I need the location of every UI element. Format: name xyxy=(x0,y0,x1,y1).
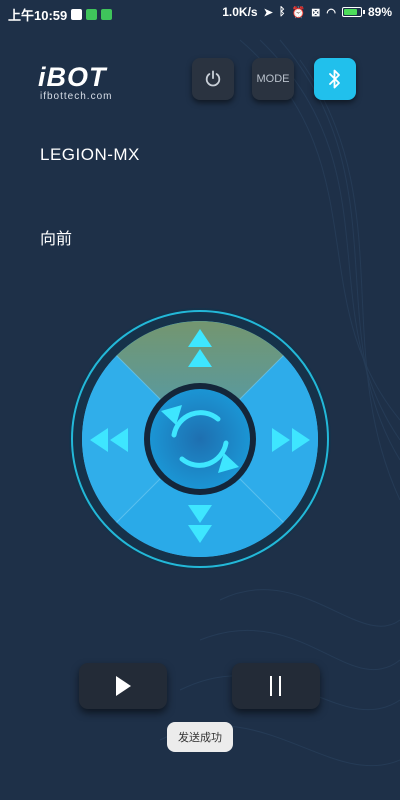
bluetooth-status-icon: ᛒ xyxy=(278,6,286,18)
location-icon: ➤ xyxy=(263,6,273,19)
play-icon xyxy=(116,676,131,696)
battery-icon xyxy=(341,7,365,17)
direction-pad xyxy=(69,308,331,570)
status-bar-right: 1.0K/s ➤ ᛒ ⏰ ⊠ ◠ 89% xyxy=(222,5,392,19)
wifi-icon: ◠ xyxy=(326,6,336,19)
wechat-notification-icon xyxy=(101,9,113,20)
mode-button-label: MODE xyxy=(256,73,290,85)
brand-logo: iBOT ifbottech.com xyxy=(38,63,112,102)
no-sim-icon: ⊠ xyxy=(311,6,321,19)
battery-level xyxy=(343,9,358,15)
pause-icon xyxy=(270,676,281,696)
battery-cap xyxy=(362,10,365,14)
logo-subtitle: ifbottech.com xyxy=(40,91,113,102)
bluetooth-icon xyxy=(329,69,340,89)
center-rotate-button[interactable] xyxy=(150,389,250,489)
bluetooth-button[interactable] xyxy=(314,58,356,100)
pause-button[interactable] xyxy=(232,663,320,709)
toast-message: 发送成功 xyxy=(167,722,233,752)
logo-mark: iBOT xyxy=(38,62,107,92)
play-button[interactable] xyxy=(79,663,167,709)
power-button[interactable] xyxy=(192,58,234,100)
direction-label: 向前 xyxy=(40,229,73,248)
mode-button[interactable]: MODE xyxy=(252,58,294,100)
wechat-notification-icon xyxy=(86,9,98,20)
status-bar-left: 上午10:59 xyxy=(8,5,113,24)
device-name: LEGION-MX xyxy=(40,145,140,164)
notification-app-icon xyxy=(71,9,83,20)
status-bar: 上午10:59 1.0K/s ➤ ᛒ ⏰ ⊠ ◠ 89% xyxy=(0,0,400,26)
network-speed: 1.0K/s xyxy=(222,5,258,19)
power-icon xyxy=(205,70,221,87)
status-time: 上午10:59 xyxy=(8,8,68,23)
alarm-off-icon: ⏰ xyxy=(291,6,306,19)
battery-percent: 89% xyxy=(367,5,392,19)
